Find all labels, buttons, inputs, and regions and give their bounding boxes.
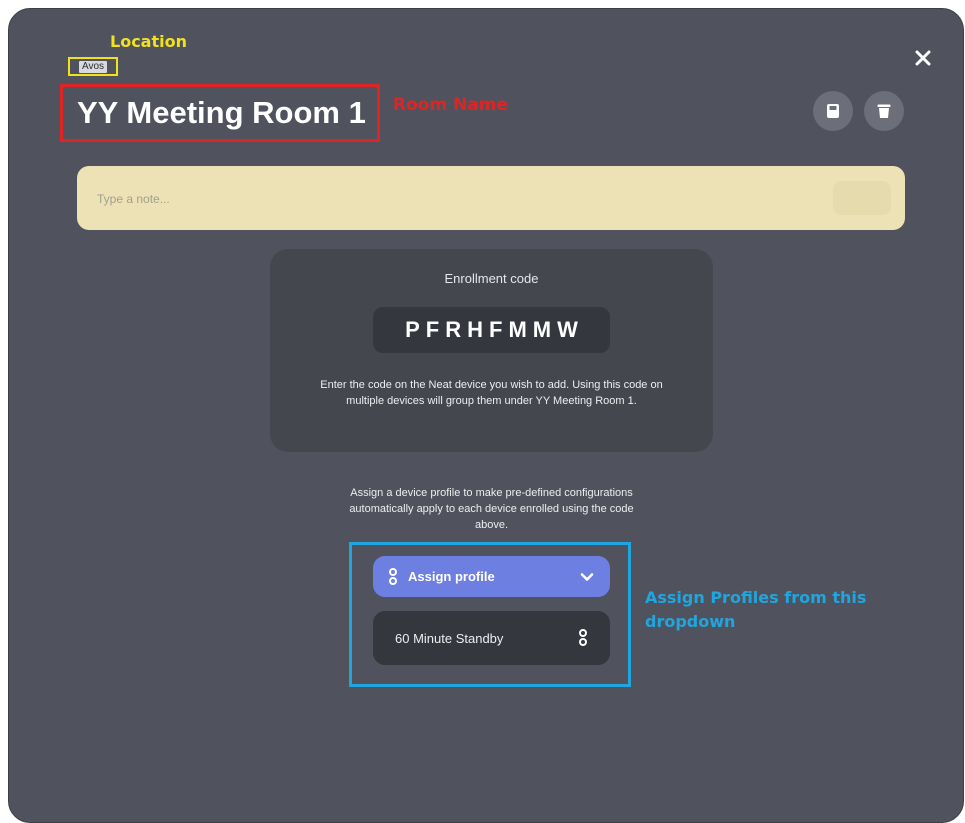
profile-option-label: 60 Minute Standby <box>395 630 504 646</box>
profile-annotation-box: Assign profile 60 Minute Standby <box>349 542 631 687</box>
note-submit-button[interactable] <box>833 181 891 215</box>
profile-icon <box>389 567 397 585</box>
profile-option-item[interactable]: 60 Minute Standby <box>373 611 610 665</box>
enrollment-card: Enrollment code PFRHFMMW Enter the code … <box>270 249 713 452</box>
enrollment-description: Enter the code on the Neat device you wi… <box>320 379 663 407</box>
note-bar <box>77 166 905 230</box>
room-modal: Location Avos YY Meeting Room 1 Room Nam… <box>8 8 964 823</box>
trash-icon <box>877 104 891 118</box>
note-input[interactable] <box>95 186 799 212</box>
profile-annotation-label: Assign Profiles from this dropdown <box>645 588 867 631</box>
room-name-title[interactable]: YY Meeting Room 1 <box>77 94 366 132</box>
location-annotation-label: Location <box>110 32 187 51</box>
assign-profile-button[interactable]: Assign profile <box>373 556 610 597</box>
assign-profile-label: Assign profile <box>408 569 495 584</box>
location-name[interactable]: Avos <box>78 60 108 73</box>
profile-icon <box>579 629 587 646</box>
profile-description: Assign a device profile to make pre-defi… <box>349 487 634 531</box>
chevron-down-icon <box>580 573 594 581</box>
save-room-button[interactable] <box>813 91 853 131</box>
save-icon <box>827 104 839 118</box>
delete-room-button[interactable] <box>864 91 904 131</box>
room-name-annotation-box: YY Meeting Room 1 <box>60 84 380 142</box>
enrollment-code-box[interactable]: PFRHFMMW <box>373 307 610 353</box>
room-name-annotation-label: Room Name <box>393 95 509 115</box>
enrollment-title: Enrollment code <box>444 271 539 286</box>
location-annotation-box: Avos <box>68 57 118 76</box>
enrollment-code: PFRHFMMW <box>405 317 584 342</box>
close-button[interactable] <box>912 47 934 69</box>
close-icon <box>915 50 931 66</box>
